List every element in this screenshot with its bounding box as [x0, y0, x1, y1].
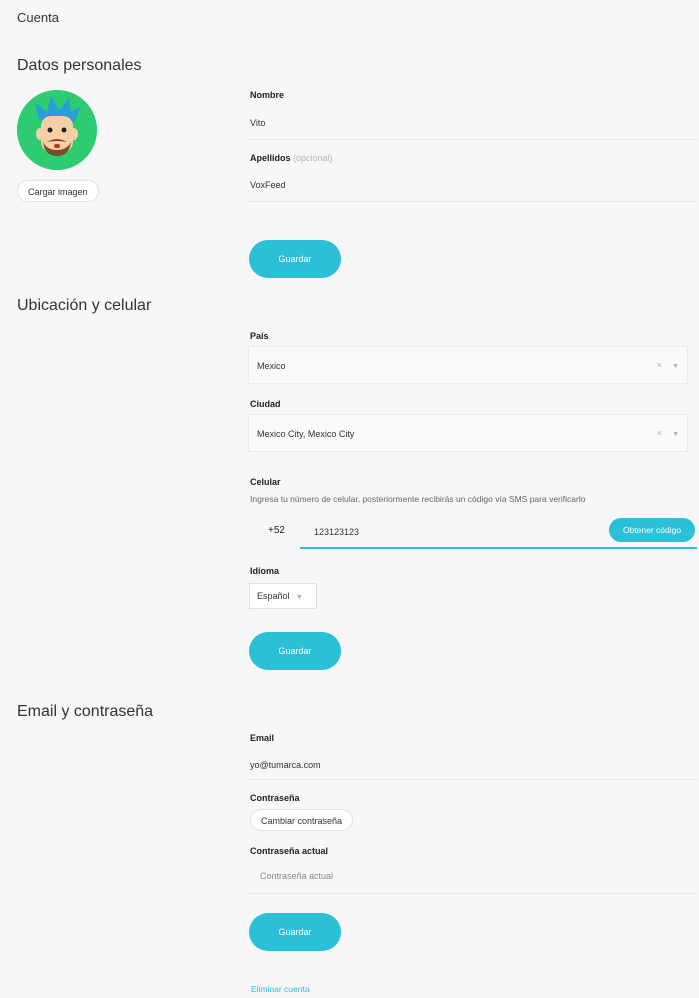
apellidos-field[interactable]: VoxFeed [250, 180, 286, 190]
chevron-down-icon[interactable]: ▼ [672, 431, 679, 438]
avatar[interactable] [17, 90, 97, 170]
pais-label: País [250, 331, 269, 341]
language-select[interactable]: Español ▼ [249, 583, 317, 609]
email-field[interactable]: yo@tumarca.com [250, 760, 321, 770]
pais-select[interactable]: Mexico × ▼ [248, 346, 688, 384]
clear-icon[interactable]: × [657, 360, 662, 370]
apellidos-label-text: Apellidos [250, 153, 291, 163]
ciudad-select[interactable]: Mexico City, Mexico City × ▼ [248, 414, 688, 452]
celular-help-text: Ingresa tu número de celular, posteriorm… [250, 494, 586, 504]
get-code-button[interactable]: Obtener código [609, 518, 695, 542]
chevron-down-icon[interactable]: ▼ [672, 363, 679, 370]
pais-value: Mexico [257, 361, 286, 371]
current-password-placeholder: Contraseña actual [260, 871, 334, 881]
section-title-location: Ubicación y celular [17, 297, 152, 314]
apellidos-label: Apellidos (opcional) [250, 153, 333, 163]
delete-account-link[interactable]: Eliminar cuenta [251, 984, 310, 994]
upload-image-button[interactable]: Cargar imagen [17, 180, 99, 202]
nombre-field[interactable]: Vito [250, 118, 265, 128]
current-password-label: Contraseña actual [250, 846, 329, 856]
email-label: Email [250, 733, 275, 743]
select-controls: × ▼ [657, 360, 679, 370]
page-title: Cuenta [17, 10, 59, 25]
save-location-button[interactable]: Guardar [249, 632, 341, 670]
celular-label: Celular [250, 477, 281, 487]
optional-hint: (opcional) [293, 153, 333, 163]
chevron-down-icon: ▼ [296, 594, 303, 601]
country-prefix[interactable]: +52 [268, 525, 285, 536]
clear-icon[interactable]: × [657, 428, 662, 438]
section-title-personal: Datos personales [17, 57, 142, 74]
divider [248, 201, 698, 202]
current-password-field[interactable]: Contraseña actual [248, 858, 698, 894]
idioma-label: Idioma [250, 566, 280, 576]
change-password-button[interactable]: Cambiar contraseña [250, 809, 354, 831]
phone-input[interactable]: 123123123 [314, 527, 359, 537]
avatar-face-icon [17, 90, 97, 170]
save-credentials-button[interactable]: Guardar [249, 913, 341, 951]
divider [248, 779, 698, 780]
phone-input-underline [300, 547, 697, 549]
language-value: Español [257, 591, 290, 601]
save-personal-button[interactable]: Guardar [249, 240, 341, 278]
select-controls: × ▼ [657, 428, 679, 438]
ciudad-value: Mexico City, Mexico City [257, 429, 355, 439]
password-label: Contraseña [250, 793, 300, 803]
section-title-credentials: Email y contraseña [17, 703, 154, 720]
divider [248, 139, 698, 140]
nombre-label: Nombre [250, 90, 285, 100]
ciudad-label: Ciudad [250, 399, 281, 409]
